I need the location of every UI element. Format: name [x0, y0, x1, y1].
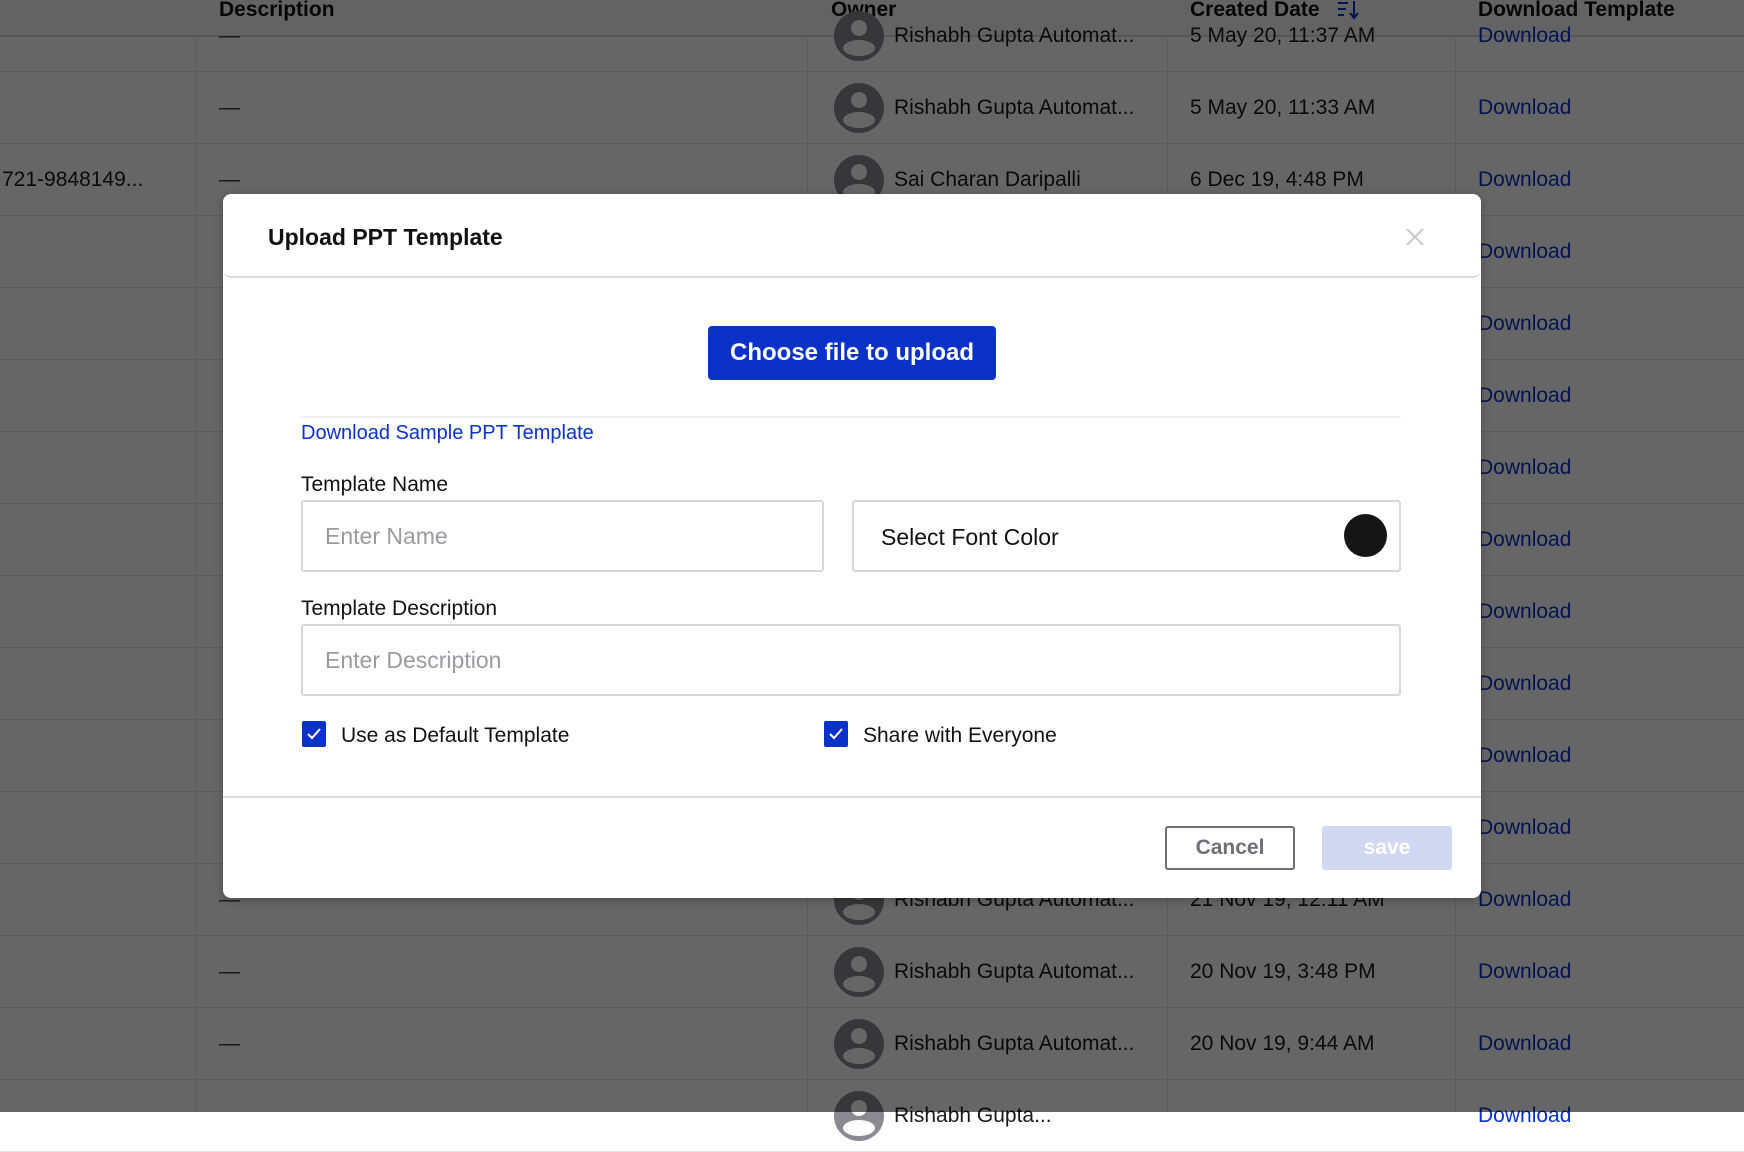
template-description-input[interactable]	[301, 624, 1401, 696]
footer-divider	[223, 796, 1481, 798]
default-template-checkbox[interactable]	[302, 721, 326, 747]
upload-ppt-template-modal: Upload PPT Template Choose file to uploa…	[223, 194, 1481, 898]
save-button[interactable]: save	[1322, 826, 1452, 870]
checkmark-icon	[829, 728, 843, 740]
default-template-label: Use as Default Template	[341, 724, 570, 747]
template-name-label: Template Name	[301, 473, 449, 496]
template-name-input[interactable]	[301, 500, 824, 572]
download-sample-template-link[interactable]: Download Sample PPT Template	[301, 422, 594, 445]
cancel-button[interactable]: Cancel	[1165, 826, 1295, 870]
close-icon[interactable]	[1400, 222, 1430, 252]
modal-header: Upload PPT Template	[223, 194, 1481, 278]
choose-file-button[interactable]: Choose file to upload	[708, 326, 996, 380]
color-swatch[interactable]	[1344, 514, 1387, 557]
font-color-select[interactable]: Select Font Color	[852, 500, 1401, 572]
font-color-label: Select Font Color	[881, 524, 1059, 550]
modal-title: Upload PPT Template	[268, 224, 503, 250]
checkmark-icon	[307, 728, 321, 740]
divider	[301, 416, 1401, 418]
template-description-label: Template Description	[301, 597, 498, 620]
share-everyone-label: Share with Everyone	[863, 724, 1057, 747]
share-everyone-checkbox[interactable]	[824, 721, 848, 747]
